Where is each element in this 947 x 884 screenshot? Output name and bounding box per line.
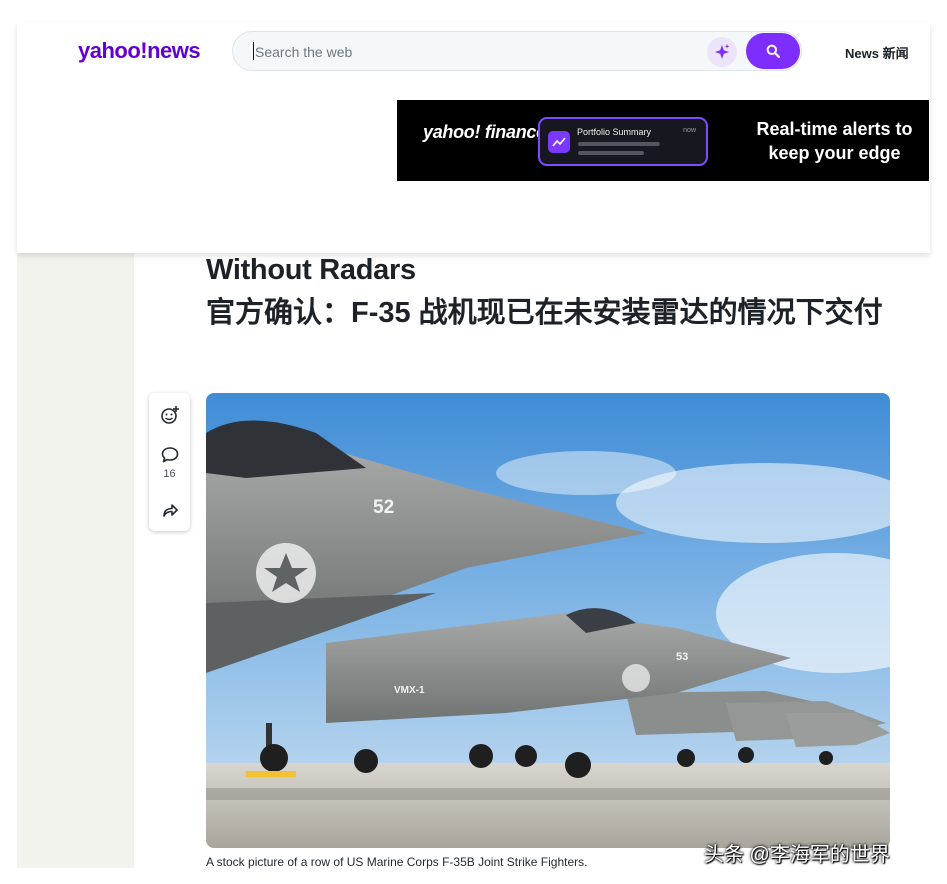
- ad-card-timestamp: now: [683, 127, 696, 134]
- ad-placeholder-line: [578, 151, 644, 155]
- search-bar[interactable]: [232, 31, 802, 71]
- yahoo-news-logo[interactable]: yahoo!news: [78, 38, 201, 64]
- jet-mark-vmx1: VMX-1: [394, 685, 425, 696]
- share-arrow-icon: [162, 504, 178, 517]
- chart-icon: [548, 131, 570, 153]
- search-button[interactable]: [746, 33, 800, 69]
- comments-button[interactable]: [149, 445, 190, 465]
- ai-sparkle-button[interactable]: [707, 37, 737, 67]
- text-cursor: [253, 42, 254, 60]
- toutiao-watermark: 头条 @李海军的世界: [704, 844, 890, 866]
- search-icon: [766, 44, 780, 58]
- nav-news-link[interactable]: News 新闻: [845, 43, 909, 62]
- add-reaction-button[interactable]: [149, 405, 190, 425]
- search-input[interactable]: [253, 41, 697, 63]
- jet-mark-53: 53: [676, 651, 689, 663]
- ad-brand-logo: yahoo! finance: [423, 122, 546, 142]
- site-header: yahoo!news News 新闻 yahoo! finance: [17, 22, 930, 253]
- image-caption: A stock picture of a row of US Marine Co…: [206, 855, 588, 869]
- share-button[interactable]: [149, 501, 190, 519]
- comment-count: 16: [163, 468, 176, 480]
- article-action-bar: 16: [149, 393, 190, 531]
- article-hero-image[interactable]: 52 53 VMX-1: [206, 393, 890, 848]
- ad-portfolio-card: Portfolio Summary now: [538, 117, 708, 166]
- headline-chinese: 官方确认：F-35 战机现已在未安装雷达的情况下交付: [206, 297, 883, 329]
- sparkle-icon: [715, 44, 730, 59]
- jet-mark-52: 52: [373, 497, 395, 518]
- ad-card-title: Portfolio Summary: [577, 127, 652, 137]
- f35-jets-photo: [206, 393, 890, 848]
- smiley-add-icon: [160, 406, 179, 424]
- ad-placeholder-line: [578, 142, 660, 146]
- headline-english: Without Radars: [206, 254, 416, 286]
- finance-ad-banner[interactable]: yahoo! finance Portfolio Summary now Rea…: [397, 100, 929, 181]
- ad-tagline: Real-time alerts to keep your edge: [756, 119, 913, 163]
- comment-icon: [161, 447, 178, 463]
